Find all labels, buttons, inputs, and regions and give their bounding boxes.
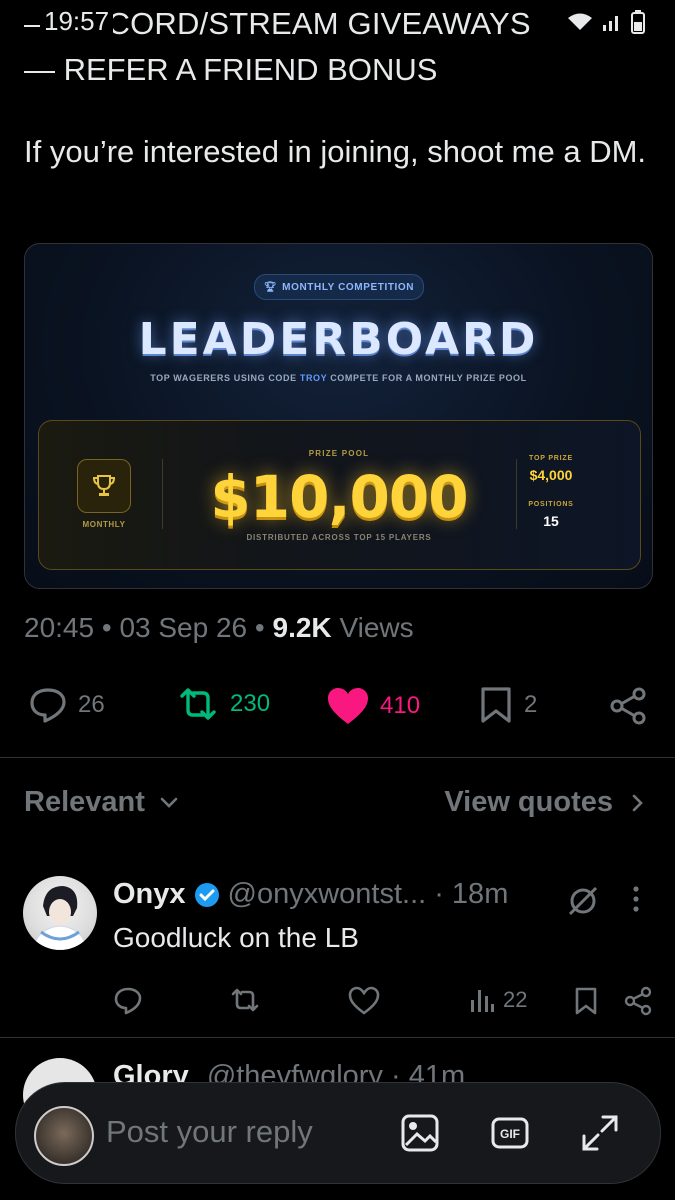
user-avatar — [34, 1106, 94, 1166]
repost-icon — [180, 688, 216, 720]
status-icons — [561, 10, 645, 34]
reply-reply-button[interactable] — [113, 986, 143, 1016]
reply-bookmark-button[interactable] — [573, 986, 599, 1016]
like-button[interactable]: 410 — [326, 686, 420, 726]
reply-author-name[interactable]: Onyx — [113, 878, 186, 911]
divider — [0, 1037, 675, 1038]
reply-icon — [114, 987, 142, 1015]
reply-icon — [30, 688, 66, 723]
prize-pool-label: PRIZE POOL — [308, 449, 370, 458]
tweet-body: If you’re interested in joining, shoot m… — [24, 134, 647, 169]
reply-button[interactable]: 26 — [28, 686, 105, 724]
leaderboard-title: LEADERBOARD — [138, 314, 539, 365]
badge-label: MONTHLY COMPETITION — [282, 281, 415, 293]
reply-count: 26 — [78, 691, 105, 718]
chevron-down-icon — [160, 797, 178, 808]
reply-repost-button[interactable] — [229, 986, 261, 1014]
tweet-text-line-2: — REFER A FRIEND BONUS — [24, 52, 438, 87]
heart-outline-icon — [348, 986, 380, 1015]
sort-relevant-dropdown[interactable]: Relevant — [24, 786, 179, 819]
top-prize-label: TOP PRIZE — [529, 455, 573, 462]
chevron-right-icon — [632, 794, 643, 811]
reply-input[interactable]: Post your reply — [106, 1114, 313, 1150]
views-label: Views — [339, 612, 414, 643]
top-prize-value: $4,000 — [529, 467, 573, 483]
tweet-meta: 20:45 • 03 Sep 26 • 9.2K Views — [24, 612, 414, 643]
views-count: 9.2K — [272, 612, 332, 643]
trophy-icon — [92, 475, 116, 496]
distributed-label: DISTRIBUTED ACROSS TOP 15 PLAYERS — [246, 533, 432, 542]
signal-icon — [603, 16, 618, 31]
trophy-box — [77, 459, 131, 513]
tweet-time: 20:45 — [24, 612, 95, 643]
tweet-image-card[interactable]: 🏆︎ MONTHLY COMPETITION LEADERBOARD TOP W… — [24, 243, 653, 589]
svg-text:GIF: GIF — [500, 1127, 520, 1141]
positions-value: 15 — [543, 513, 559, 529]
image-icon[interactable] — [400, 1113, 440, 1158]
bookmark-button[interactable]: 2 — [478, 686, 537, 724]
bookmark-icon — [575, 987, 597, 1015]
wifi-icon — [568, 13, 592, 30]
views-icon — [471, 990, 494, 1012]
tweet-actions: 26 230 410 2 — [24, 680, 654, 730]
monthly-label: MONTHLY — [82, 520, 126, 529]
reply-views-count: 22 — [503, 987, 528, 1012]
reply-compose-bar[interactable]: Post your reply GIF — [15, 1082, 661, 1184]
share-icon — [610, 687, 646, 725]
competition-badge: 🏆︎ MONTHLY COMPETITION — [254, 274, 424, 300]
trophy-icon: 🏆︎ — [263, 281, 278, 293]
share-icon — [624, 986, 652, 1016]
code-label: TROY — [299, 373, 328, 383]
status-time: 19:57 — [40, 6, 114, 37]
bookmark-icon — [481, 687, 511, 723]
prize-pool-amount: $10,000 — [210, 463, 468, 531]
repost-count: 230 — [230, 690, 271, 717]
avatar-image — [32, 886, 88, 950]
share-button[interactable] — [608, 686, 648, 726]
reply-text: Goodluck on the LB — [113, 922, 359, 953]
prize-box: MONTHLY PRIZE POOL $10,000 DISTRIBUTED A… — [38, 420, 641, 570]
reply-author-handle[interactable]: @onyxwontst... — [228, 878, 427, 911]
heart-icon — [328, 688, 368, 724]
positions-label: POSITIONS — [528, 501, 574, 508]
view-quotes-label: View quotes — [444, 786, 613, 818]
reply-share-button[interactable] — [623, 986, 653, 1016]
more-options-icon[interactable] — [628, 884, 644, 919]
divider — [0, 757, 675, 758]
tweet-date: 03 Sep 26 — [119, 612, 248, 643]
like-count: 410 — [380, 692, 421, 719]
reply-like-button[interactable] — [348, 986, 380, 1016]
view-quotes-link[interactable]: View quotes — [444, 786, 645, 819]
reply-actions: 22 — [113, 983, 653, 1019]
gif-icon[interactable]: GIF — [490, 1113, 530, 1158]
repost-icon — [231, 988, 259, 1012]
avatar[interactable] — [23, 876, 97, 950]
verified-badge-icon — [194, 882, 219, 907]
sort-label: Relevant — [24, 786, 145, 818]
battery-icon — [631, 10, 645, 34]
leaderboard-subtitle: TOP WAGERERS USING CODE TROY COMPETE FOR… — [150, 373, 527, 383]
grok-icon[interactable] — [566, 884, 600, 923]
reply-views-button[interactable]: 22 — [469, 986, 527, 1014]
divider — [162, 459, 163, 529]
expand-icon[interactable] — [580, 1113, 620, 1158]
reply-time: · 18m — [434, 878, 509, 910]
bookmark-count: 2 — [524, 691, 538, 718]
repost-button[interactable]: 230 — [176, 686, 270, 722]
reply-header: Onyx @onyxwontst... · 18m — [113, 878, 508, 911]
